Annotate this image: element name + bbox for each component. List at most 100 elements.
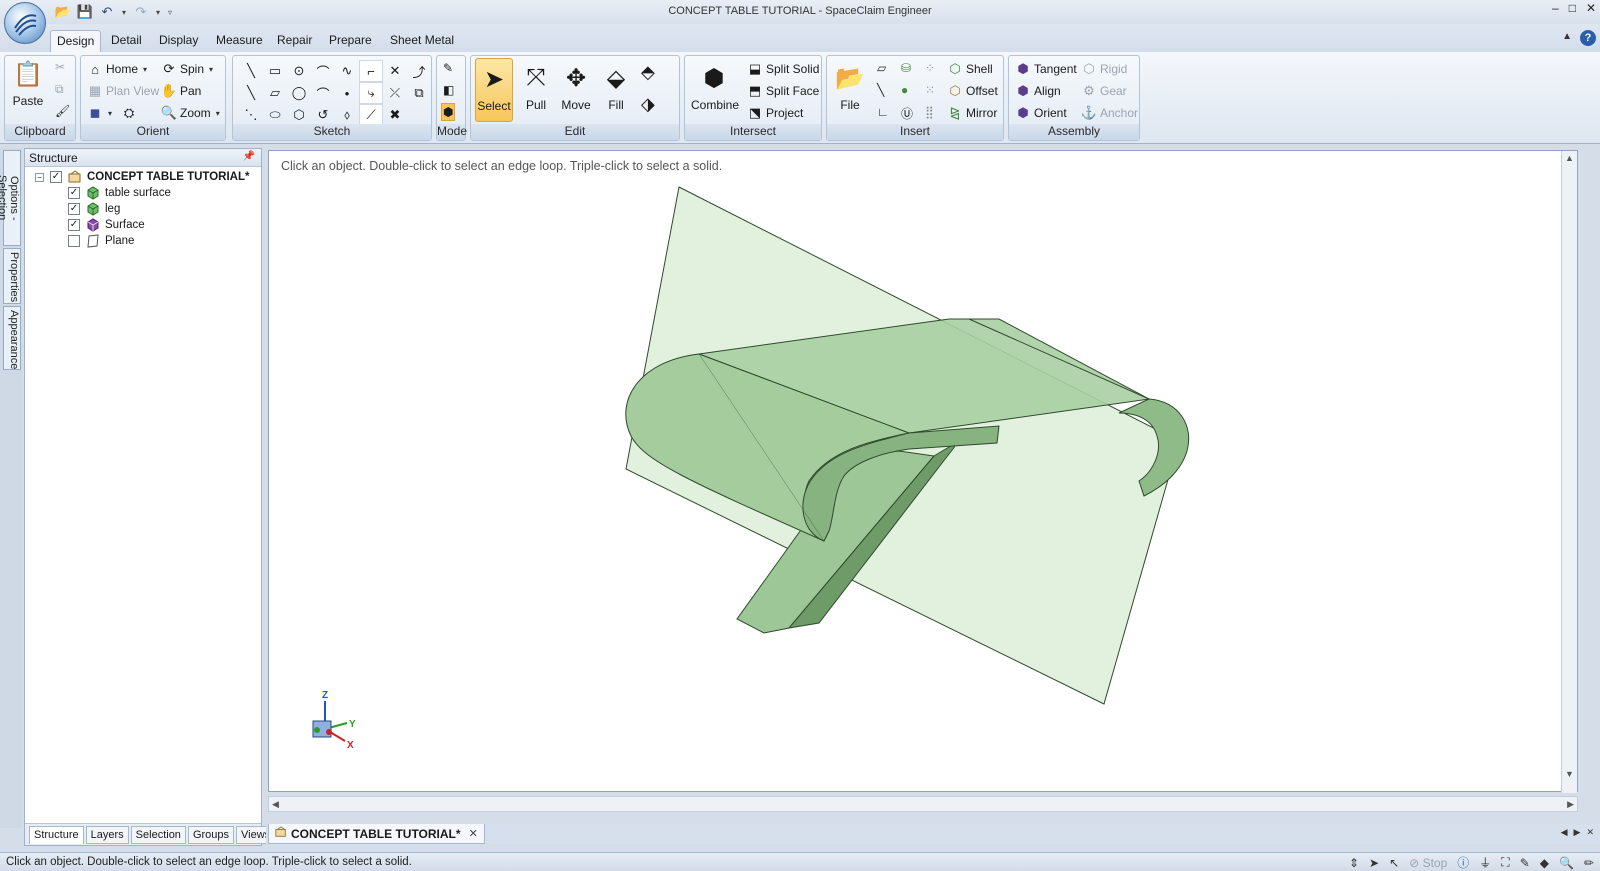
scroll-up-icon[interactable]: ▲ bbox=[1565, 153, 1574, 163]
view-icon[interactable]: ⛶ bbox=[1501, 855, 1509, 870]
pull-button[interactable]: ⤧ Pull bbox=[517, 62, 555, 112]
line-icon[interactable]: ╲ bbox=[239, 60, 263, 82]
replace-icon[interactable]: ⬗ bbox=[641, 94, 655, 115]
tangent-button[interactable]: ⬢ Tangent bbox=[1015, 61, 1076, 77]
split-face-button[interactable]: ⬒ Split Face bbox=[747, 83, 820, 99]
document-tab[interactable]: CONCEPT TABLE TUTORIAL* ✕ bbox=[268, 824, 485, 844]
open-icon[interactable]: 📂 bbox=[54, 3, 72, 21]
polygon-icon[interactable]: ⬡ bbox=[287, 104, 311, 126]
scroll-right-icon[interactable]: ▶ bbox=[1567, 799, 1574, 810]
sketch-toggle-icon[interactable]: ✎ bbox=[1520, 856, 1530, 870]
rigid-button[interactable]: ⬡ Rigid bbox=[1081, 61, 1127, 77]
move-button[interactable]: ✥ Move bbox=[557, 62, 595, 113]
tab-design[interactable]: Design bbox=[50, 30, 102, 52]
gear-button[interactable]: ⚙ Gear bbox=[1081, 83, 1127, 99]
zoom-status-icon[interactable]: 🔍 bbox=[1559, 856, 1574, 870]
scroll-down-icon[interactable]: ▼ bbox=[1565, 769, 1574, 779]
undo-icon[interactable]: ↶ bbox=[98, 3, 116, 21]
trim-icon[interactable]: ✕ bbox=[383, 60, 407, 82]
move-grid-icon[interactable]: ⧉ bbox=[407, 82, 431, 104]
arc-icon[interactable]: ⌒ bbox=[311, 60, 335, 82]
help-icon[interactable]: ? bbox=[1580, 30, 1596, 46]
visibility-checkbox[interactable]: ✓ bbox=[50, 171, 62, 183]
offset-button[interactable]: ⬡ Offset bbox=[947, 83, 997, 99]
plane-tool-icon[interactable]: ▱ bbox=[877, 61, 886, 75]
tab-structure[interactable]: Structure bbox=[29, 826, 84, 844]
grid-pattern-icon[interactable]: ⣿ bbox=[925, 105, 934, 119]
customize-icon[interactable]: ▿ bbox=[166, 8, 174, 17]
tree-item-plane[interactable]: Plane bbox=[25, 233, 261, 249]
combine-button[interactable]: ⬢ Combine bbox=[691, 62, 739, 113]
anchor-button[interactable]: ⚓ Anchor bbox=[1081, 105, 1138, 121]
minimize-button[interactable]: – bbox=[1552, 1, 1559, 15]
viewport-vertical-scrollbar[interactable]: ▲ ▼ bbox=[1561, 151, 1577, 793]
split-line-icon[interactable]: ✖ bbox=[383, 104, 407, 126]
cylinder-icon[interactable]: ⛁ bbox=[901, 61, 911, 75]
stop-button[interactable]: ⊘ Stop bbox=[1409, 856, 1447, 870]
offset-curve-icon[interactable]: ⤷ bbox=[359, 82, 383, 104]
side-tab-appearance[interactable]: Appearance bbox=[3, 306, 21, 370]
side-tab-properties[interactable]: Properties bbox=[3, 248, 21, 304]
align-button[interactable]: ⬢ Align bbox=[1015, 83, 1060, 99]
application-menu-button[interactable] bbox=[4, 2, 46, 44]
select-button[interactable]: ➤ Select bbox=[475, 58, 513, 122]
filter-icon[interactable]: ⏚ bbox=[1479, 854, 1491, 871]
construction-line-icon[interactable]: ⋱ bbox=[239, 104, 263, 126]
sketch-mode-icon[interactable]: ✎ bbox=[443, 61, 453, 75]
tab-next-icon[interactable]: ▶ bbox=[1574, 827, 1581, 838]
orient-button[interactable]: ⬢ Orient bbox=[1015, 105, 1066, 121]
info-icon[interactable]: ⓘ bbox=[1457, 854, 1469, 871]
circular-pattern-icon[interactable]: ⁙ bbox=[925, 83, 935, 97]
status-pointer-icon[interactable]: ↖ bbox=[1389, 856, 1399, 870]
pin-icon[interactable]: 📌 bbox=[243, 151, 255, 162]
copy-icon[interactable]: ⧉ bbox=[55, 82, 64, 97]
model-canvas[interactable] bbox=[269, 151, 1561, 793]
status-cursor-icon[interactable]: ⇕ bbox=[1349, 856, 1359, 870]
corner-icon[interactable]: ⌐ bbox=[359, 60, 383, 82]
home-button[interactable]: ⌂ Home ▾ bbox=[87, 61, 147, 77]
visibility-checkbox[interactable]: ✓ bbox=[68, 187, 80, 199]
draw-icon[interactable]: ✏ bbox=[1584, 856, 1594, 870]
view-cube-button[interactable]: ◼ ▾ ⛭ bbox=[87, 105, 137, 121]
format-painter-icon[interactable]: 🖌 bbox=[55, 104, 70, 118]
tab-prev-icon[interactable]: ◀ bbox=[1561, 827, 1568, 838]
origin-tool-icon[interactable]: ∟ bbox=[877, 105, 889, 119]
tree-item-surface[interactable]: ✓ Surface bbox=[25, 217, 261, 233]
collapse-ribbon-icon[interactable]: ▲ bbox=[1562, 31, 1572, 42]
design-viewport[interactable]: Click an object. Double-click to select … bbox=[268, 150, 1578, 793]
pattern-icon[interactable]: ⁘ bbox=[925, 61, 935, 75]
tab-groups[interactable]: Groups bbox=[187, 826, 235, 844]
sphere-icon[interactable]: ● bbox=[901, 83, 908, 97]
face-curve-icon[interactable]: ⬨ bbox=[335, 104, 359, 126]
blend-icon[interactable]: ⬘ bbox=[641, 62, 655, 83]
spline-icon[interactable]: ∿ bbox=[335, 60, 359, 82]
undo-dropdown-icon[interactable]: ▾ bbox=[120, 8, 128, 17]
circle-icon[interactable]: ⊙ bbox=[287, 60, 311, 82]
split-solid-button[interactable]: ⬓ Split Solid bbox=[747, 61, 820, 77]
shell-tool-icon[interactable]: Ⓤ bbox=[901, 105, 913, 122]
redo-dropdown-icon[interactable]: ▾ bbox=[154, 8, 162, 17]
paste-button[interactable]: 📋 Paste bbox=[9, 58, 47, 109]
viewport-horizontal-scrollbar[interactable]: ◀ ▶ bbox=[268, 796, 1578, 812]
bend-icon[interactable]: ⤴ bbox=[407, 60, 431, 82]
three-point-rectangle-icon[interactable]: ▱ bbox=[263, 82, 287, 104]
insert-file-button[interactable]: 📂 File bbox=[831, 62, 869, 113]
tab-selection[interactable]: Selection bbox=[130, 826, 186, 844]
project-curve-icon[interactable]: ⟋ bbox=[359, 104, 383, 126]
display-style-icon[interactable]: ◆ bbox=[1540, 856, 1549, 870]
tab-layers[interactable]: Layers bbox=[85, 826, 129, 844]
close-tab-icon[interactable]: ✕ bbox=[469, 827, 478, 840]
tab-sheet-metal[interactable]: Sheet Metal bbox=[384, 30, 460, 52]
extend-icon[interactable]: ⤫ bbox=[383, 82, 407, 104]
visibility-checkbox[interactable]: ✓ bbox=[68, 203, 80, 215]
project-button[interactable]: ⬔ Project bbox=[747, 105, 804, 121]
tangent-line-icon[interactable]: ╲ bbox=[239, 82, 263, 104]
spin-button[interactable]: ⟳ Spin ▾ bbox=[161, 61, 214, 77]
scroll-left-icon[interactable]: ◀ bbox=[272, 799, 279, 810]
tree-item-leg[interactable]: ✓ leg bbox=[25, 201, 261, 217]
rectangle-icon[interactable]: ▭ bbox=[263, 60, 287, 82]
maximize-button[interactable]: □ bbox=[1569, 1, 1576, 15]
close-button[interactable]: ✕ bbox=[1586, 1, 1596, 15]
tab-display[interactable]: Display bbox=[153, 30, 204, 52]
redo-icon[interactable]: ↷ bbox=[132, 3, 150, 21]
